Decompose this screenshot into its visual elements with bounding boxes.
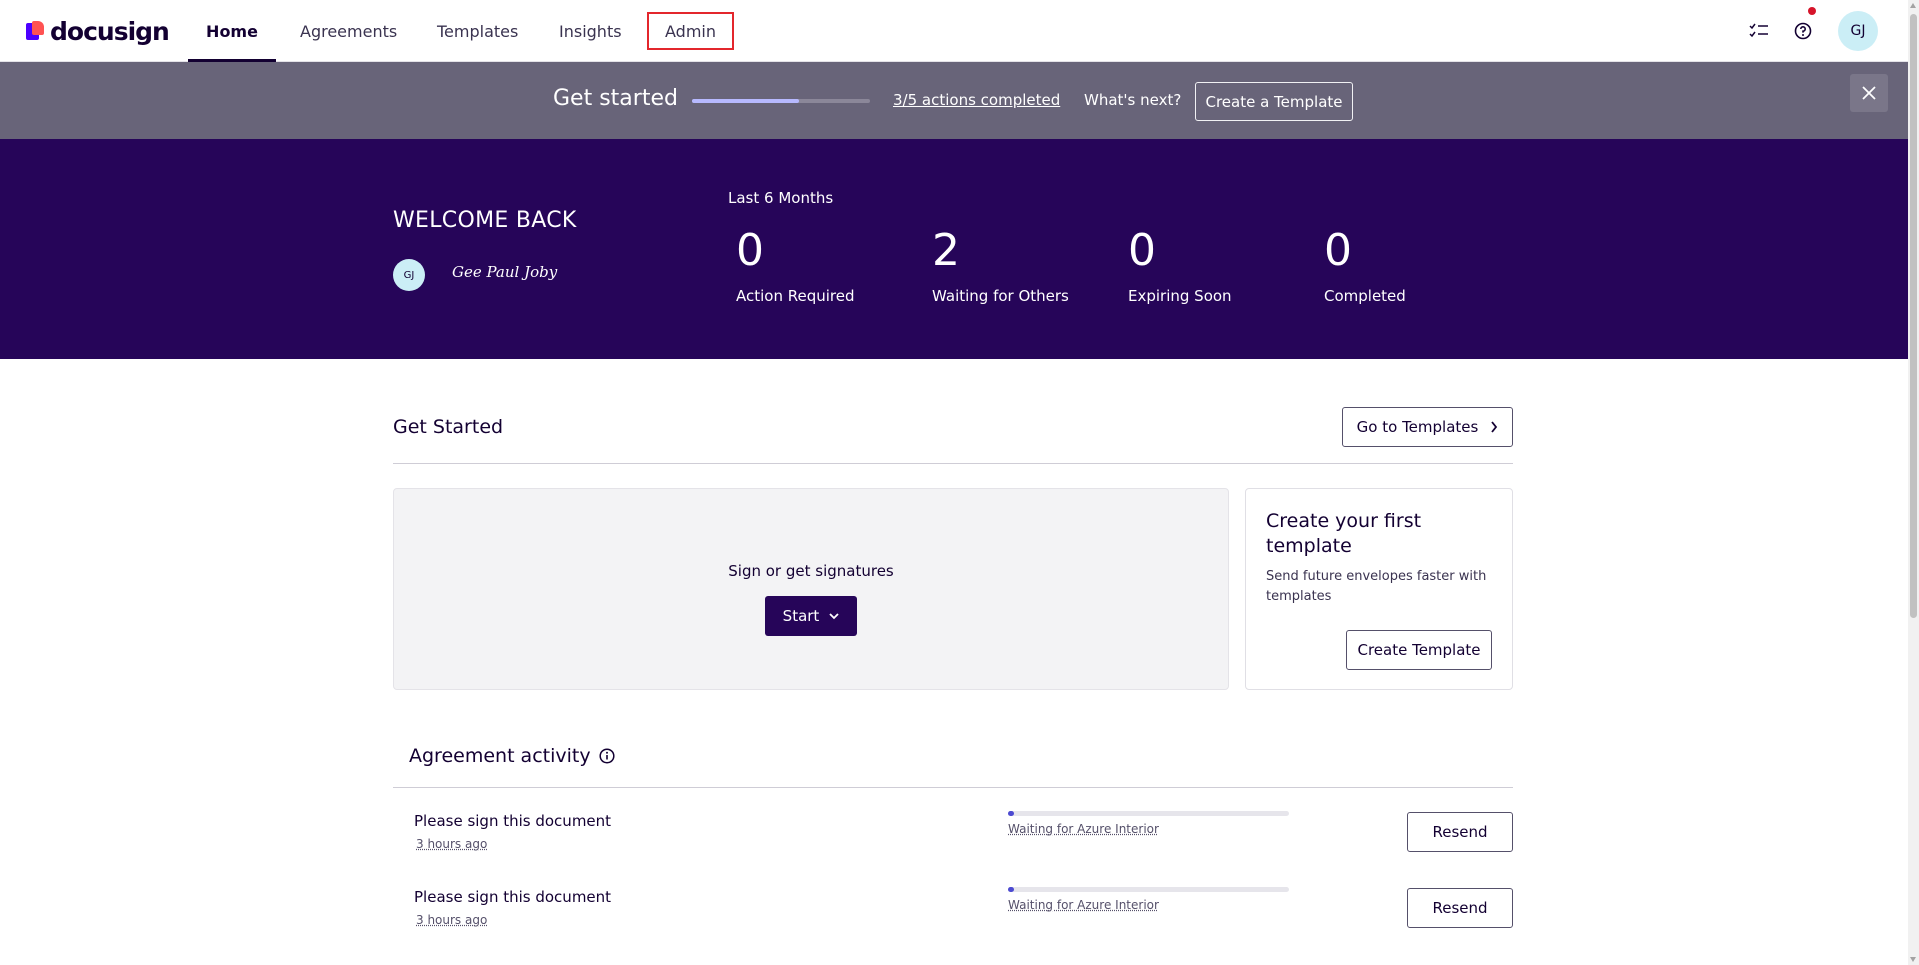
banner-progress-bar [692,99,870,103]
activity-row-time: 3 hours ago [416,837,488,851]
stat-action-required[interactable]: 0 Action Required [736,225,855,306]
get-started-banner: Get started 3/5 actions completed What's… [0,62,1908,139]
help-icon [1794,22,1812,40]
stat-value: 2 [932,225,960,276]
activity-row-progress-fill [1008,887,1014,892]
activity-row-progress-fill [1008,811,1014,816]
stats-period: Last 6 Months [728,189,834,207]
banner-title: Get started [553,86,678,111]
stat-value: 0 [736,225,764,276]
stat-value: 0 [1324,225,1352,276]
notification-dot [1808,7,1816,15]
create-a-template-button[interactable]: Create a Template [1195,82,1353,121]
brand-name: docusign [50,16,170,46]
page-scrollbar[interactable] [1908,0,1919,965]
stat-label: Waiting for Others [932,287,1069,305]
info-icon[interactable] [599,748,615,764]
activity-row-title[interactable]: Please sign this document [414,888,611,906]
get-started-title: Get Started [393,416,504,438]
banner-close-button[interactable] [1850,74,1888,112]
create-template-label: Create Template [1357,641,1481,659]
activity-row-progress [1008,887,1289,892]
close-icon [1862,86,1876,100]
whats-next-label: What's next? [1084,91,1182,109]
activity-row-time: 3 hours ago [416,913,488,927]
docusign-logo-icon [26,21,46,41]
agreement-activity-label: Agreement activity [409,745,591,767]
user-signature: Gee Paul Joby [452,263,558,281]
stat-value: 0 [1128,225,1156,276]
banner-progress-fill [692,99,799,103]
resend-button[interactable]: Resend [1407,888,1513,928]
tab-home[interactable]: Home [188,0,276,62]
resend-label: Resend [1432,899,1488,917]
template-card-title: Create your first template [1266,510,1422,557]
help-button[interactable] [1790,18,1816,44]
tab-agreements-label: Agreements [300,21,398,41]
actions-completed-link[interactable]: 3/5 actions completed [893,91,1060,109]
sign-or-get-signatures-label: Sign or get signatures [728,562,894,580]
stat-label: Completed [1324,287,1406,305]
template-card-description: Send future envelopes faster with templa… [1266,569,1487,604]
start-button[interactable]: Start [765,596,857,636]
tab-agreements[interactable]: Agreements [300,0,397,62]
tab-home-label: Home [206,21,258,41]
go-to-templates-label: Go to Templates [1356,418,1479,436]
chevron-down-icon [829,612,839,619]
stat-label: Expiring Soon [1128,287,1232,305]
scroll-up-arrow-icon[interactable] [1910,3,1916,8]
sign-card: Sign or get signatures Start [393,488,1229,690]
tab-templates-label: Templates [437,21,519,41]
activity-divider [393,787,1513,788]
create-template-card: Create your first template Send future e… [1245,488,1513,690]
stat-completed[interactable]: 0 Completed [1324,225,1406,306]
checklist-button[interactable] [1746,18,1772,44]
scroll-down-arrow-icon[interactable] [1910,957,1916,962]
checklist-icon [1749,23,1768,38]
go-to-templates-button[interactable]: Go to Templates [1342,407,1513,447]
activity-row-status[interactable]: Waiting for Azure Interior [1008,898,1159,912]
agreement-activity-title: Agreement activity [409,745,615,767]
hero-avatar-initials: GJ [403,269,415,281]
start-label: Start [782,607,820,625]
scroll-thumb[interactable] [1910,14,1917,618]
docusign-logo[interactable]: docusign [26,16,170,46]
stat-expiring-soon[interactable]: 0 Expiring Soon [1128,225,1232,306]
user-avatar[interactable]: GJ [1838,11,1878,51]
tab-insights-label: Insights [559,21,622,41]
user-avatar-initials: GJ [1850,23,1866,39]
tab-insights[interactable]: Insights [559,0,622,62]
chevron-right-icon [1491,421,1498,433]
resend-label: Resend [1432,823,1488,841]
hero-avatar: GJ [393,259,425,291]
tab-templates[interactable]: Templates [437,0,518,62]
section-divider [393,463,1513,464]
activity-row-title[interactable]: Please sign this document [414,812,611,830]
create-a-template-label: Create a Template [1205,92,1343,111]
welcome-heading: WELCOME BACK [393,208,577,233]
stat-label: Action Required [736,287,855,305]
create-template-button[interactable]: Create Template [1346,630,1492,670]
activity-row-progress [1008,811,1289,816]
tab-admin[interactable]: Admin [647,12,734,50]
welcome-hero: WELCOME BACK GJ Gee Paul Joby Last 6 Mon… [0,139,1908,359]
top-nav: docusign Home Agreements Templates Insig… [0,0,1908,62]
tab-admin-label: Admin [665,21,716,41]
activity-row-status[interactable]: Waiting for Azure Interior [1008,822,1159,836]
stat-waiting-for-others[interactable]: 2 Waiting for Others [932,225,1069,306]
resend-button[interactable]: Resend [1407,812,1513,852]
